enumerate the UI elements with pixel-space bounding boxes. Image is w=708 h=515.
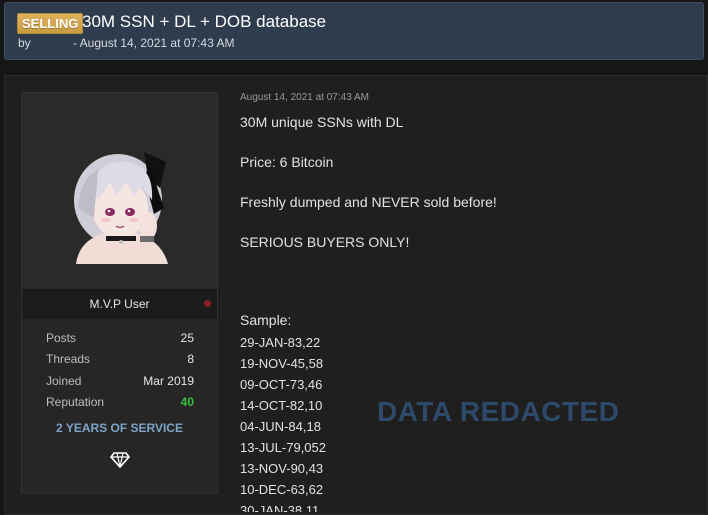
sample-row: 14-OCT-82,10 <box>240 398 323 413</box>
diamond-icon <box>110 452 130 469</box>
sample-row: 09-OCT-73,46 <box>240 377 323 392</box>
stat-posts: Posts 25 <box>46 331 194 347</box>
stat-value: 25 <box>180 331 194 345</box>
stat-value: Mar 2019 <box>143 374 194 388</box>
user-panel: M.V.P User Posts 25 Threads 8 Joined Mar… <box>21 92 218 494</box>
sample-block: Sample: 29-JAN-83,22 19-NOV-45,58 09-OCT… <box>240 312 330 512</box>
sample-title: Sample: <box>240 312 292 328</box>
stat-threads: Threads 8 <box>46 352 194 368</box>
sample-row: 04-JUN-84,18 <box>240 419 321 434</box>
post-line: Freshly dumped and NEVER sold before! <box>240 194 497 210</box>
post-line: 30M unique SSNs with DL <box>240 114 404 130</box>
thread-title[interactable]: 30M SSN + DL + DOB database <box>82 12 326 32</box>
stat-joined: Joined Mar 2019 <box>46 374 194 390</box>
stat-label: Reputation <box>46 395 105 409</box>
by-label: by <box>18 36 31 50</box>
post-line: SERIOUS BUYERS ONLY! <box>240 234 410 250</box>
stat-label: Threads <box>46 352 91 366</box>
selling-tag[interactable]: SELLING <box>17 13 84 34</box>
sample-row: 13-NOV-90,43 <box>240 461 324 476</box>
post-container: M.V.P User Posts 25 Threads 8 Joined Mar… <box>4 75 708 515</box>
sample-row: 19-NOV-45,58 <box>240 356 324 371</box>
post-line: Price: 6 Bitcoin <box>240 154 334 170</box>
stat-label: Posts <box>46 331 77 345</box>
stat-reputation: Reputation 40 <box>46 395 194 411</box>
sample-row: 29-JAN-83,22 <box>240 335 321 350</box>
status-dot-icon <box>204 300 211 307</box>
stat-value: 8 <box>187 352 194 366</box>
thread-date: - August 14, 2021 at 07:43 AM <box>73 36 235 50</box>
sample-row: 13-JUL-79,052 <box>240 440 326 455</box>
sample-row: 30-JAN-38,11 <box>240 503 320 512</box>
thread-header: SELLING 30M SSN + DL + DOB database by -… <box>4 2 704 60</box>
role-bar: M.V.P User <box>22 289 217 319</box>
avatar[interactable] <box>70 148 174 264</box>
redacted-label: DATA REDACTED <box>377 396 620 427</box>
sample-row: 10-DEC-63,62 <box>240 482 324 497</box>
service-badge: 2 YEARS OF SERVICE <box>56 421 183 435</box>
user-role: M.V.P User <box>89 297 150 311</box>
thread-byline: by - August 14, 2021 at 07:43 AM <box>18 36 234 50</box>
stat-label: Joined <box>46 374 82 388</box>
post-date[interactable]: August 14, 2021 at 07:43 AM <box>240 92 369 103</box>
reputation-value[interactable]: 40 <box>181 395 194 409</box>
avatar-area <box>22 93 217 289</box>
